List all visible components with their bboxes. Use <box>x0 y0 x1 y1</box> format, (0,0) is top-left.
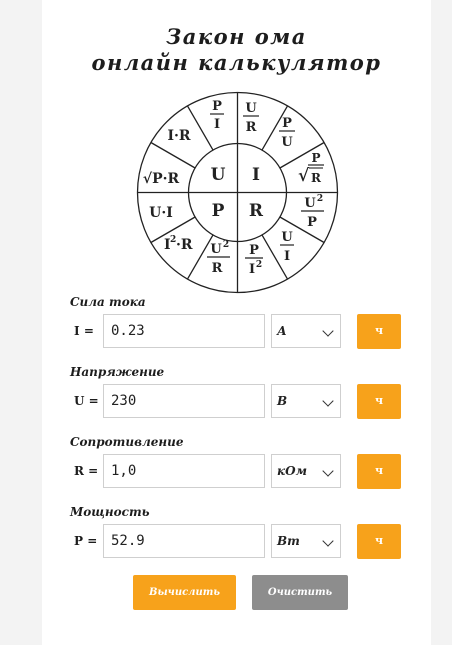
formula-u2-over-p: U 2 P <box>301 194 324 230</box>
wheel-center-i: I <box>252 165 260 185</box>
svg-text:I: I <box>284 249 290 264</box>
clear-button[interactable]: Очистить <box>252 575 348 610</box>
formula-p-over-u: P U <box>279 116 295 150</box>
svg-text:√: √ <box>298 166 310 186</box>
chevron-down-icon <box>322 535 334 547</box>
svg-text:P: P <box>212 99 222 114</box>
svg-text:P: P <box>282 116 292 131</box>
current-unit-value: А <box>277 324 287 338</box>
formula-p-over-i: P I <box>210 99 224 132</box>
power-unit-value: Вт <box>277 534 300 548</box>
current-label: Сила тока <box>70 295 146 309</box>
resistance-label: Сопротивление <box>70 435 184 449</box>
svg-text:P: P <box>249 243 259 258</box>
svg-text:U: U <box>281 230 293 245</box>
current-input[interactable] <box>103 314 265 348</box>
voltage-unit-value: В <box>277 394 288 408</box>
formula-sqrt-p-over-r: √ P R <box>298 151 324 186</box>
formula-i2-r: I 2 ·R <box>164 235 193 253</box>
svg-text:2: 2 <box>317 194 323 204</box>
formula-u2-over-r: U 2 R <box>207 240 230 276</box>
svg-text:U: U <box>245 101 257 116</box>
svg-text:U: U <box>281 135 293 150</box>
formula-u-over-r: U R <box>243 101 259 135</box>
resistance-input[interactable] <box>103 454 265 488</box>
voltage-calc-button[interactable]: ч <box>357 384 401 419</box>
wheel-center-u: U <box>211 165 226 185</box>
voltage-label: Напряжение <box>70 365 165 379</box>
page-subtitle: онлайн калькулятор <box>91 50 382 75</box>
voltage-symbol: U = <box>74 394 99 408</box>
current-unit-select[interactable]: А <box>271 314 341 348</box>
formula-u-over-i: U I <box>280 230 294 264</box>
chevron-down-icon <box>322 465 334 477</box>
voltage-input[interactable] <box>103 384 265 418</box>
voltage-unit-select[interactable]: В <box>271 384 341 418</box>
formula-u-i: U·I <box>149 205 173 221</box>
svg-text:I: I <box>249 262 255 277</box>
chevron-down-icon <box>322 325 334 337</box>
svg-text:·R: ·R <box>176 237 193 253</box>
svg-text:U: U <box>210 242 222 257</box>
chevron-down-icon <box>322 395 334 407</box>
svg-text:2: 2 <box>223 240 229 250</box>
power-input[interactable] <box>103 524 265 558</box>
resistance-unit-value: кОм <box>277 464 307 478</box>
formula-sqrt-pr: √P·R <box>143 171 180 187</box>
power-symbol: P = <box>74 534 98 548</box>
formula-i-r: I·R <box>167 128 190 144</box>
svg-text:R: R <box>311 171 322 185</box>
resistance-unit-select[interactable]: кОм <box>271 454 341 488</box>
calculate-button[interactable]: Вычислить <box>133 575 236 610</box>
current-calc-button[interactable]: ч <box>357 314 401 349</box>
calculator-card: Закон ома онлайн калькулятор U I P R P I… <box>42 0 431 645</box>
page-title: Закон ома <box>166 24 307 49</box>
svg-text:I: I <box>214 117 220 132</box>
svg-text:R: R <box>212 261 223 276</box>
wheel-center-r: R <box>249 201 264 221</box>
svg-text:R: R <box>246 120 257 135</box>
svg-text:P: P <box>307 215 317 230</box>
wheel-center-p: P <box>212 201 225 221</box>
power-unit-select[interactable]: Вт <box>271 524 341 558</box>
svg-text:P: P <box>311 151 320 165</box>
current-symbol: I = <box>74 324 94 338</box>
resistance-calc-button[interactable]: ч <box>357 454 401 489</box>
formula-p-over-i2: P I 2 <box>245 243 263 277</box>
resistance-symbol: R = <box>74 464 99 478</box>
power-calc-button[interactable]: ч <box>357 524 401 559</box>
ohms-law-wheel: U I P R P I U R P U √ P R U 2 P U I P I … <box>136 91 339 294</box>
svg-text:2: 2 <box>256 260 262 270</box>
power-label: Мощность <box>70 505 150 519</box>
svg-text:U: U <box>304 196 316 211</box>
